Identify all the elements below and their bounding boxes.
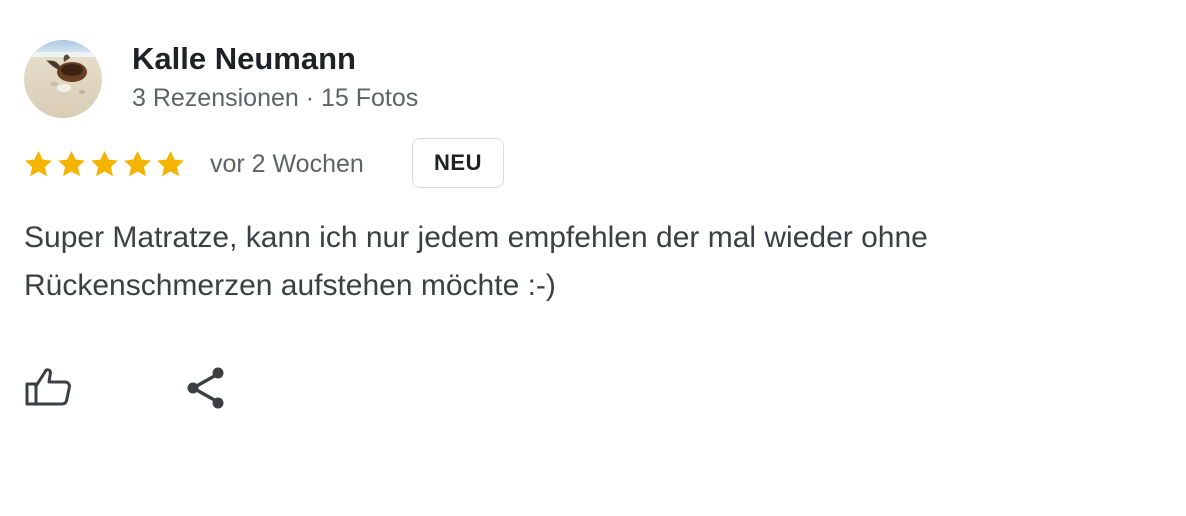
thumbs-up-icon — [25, 368, 71, 406]
share-icon — [187, 367, 224, 409]
review-card: Kalle Neumann 3 Rezensionen · 15 Fotos v… — [0, 0, 1186, 516]
star-icon — [58, 150, 85, 176]
beach-shell-avatar-icon — [24, 40, 102, 118]
reviewer-name[interactable]: Kalle Neumann — [132, 40, 356, 78]
star-icon — [157, 150, 184, 176]
like-button[interactable] — [22, 362, 76, 416]
new-badge: NEU — [412, 138, 504, 188]
share-button[interactable] — [180, 362, 234, 416]
star-icon — [91, 150, 118, 176]
review-text: Super Matratze, kann ich nur jedem empfe… — [24, 221, 928, 302]
review-date: vor 2 Wochen — [210, 150, 364, 178]
star-icon — [124, 150, 151, 176]
star-rating — [22, 146, 187, 182]
reviewer-avatar[interactable] — [24, 40, 102, 118]
star-icon — [25, 150, 52, 176]
reviewer-stats: 3 Rezensionen · 15 Fotos — [132, 84, 419, 112]
